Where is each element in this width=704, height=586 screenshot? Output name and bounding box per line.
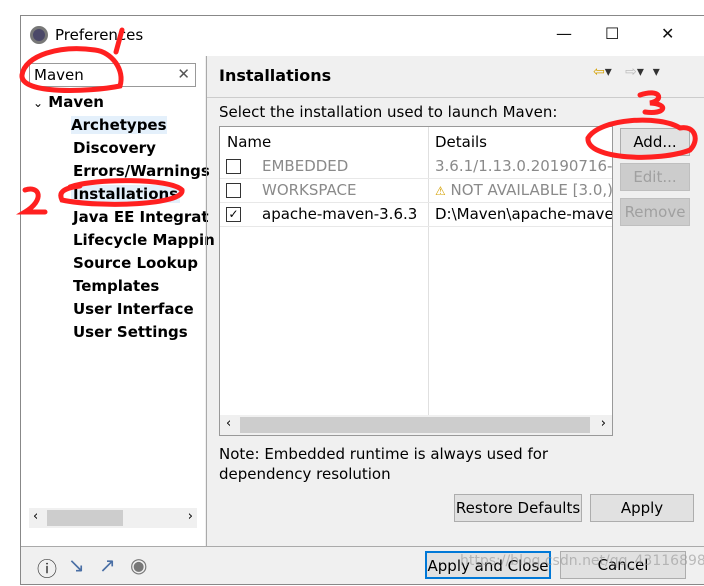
clear-icon[interactable]: ✕ bbox=[177, 65, 190, 83]
tree-item-user-settings[interactable]: User Settings bbox=[73, 323, 188, 341]
filter-value: Maven bbox=[34, 66, 84, 84]
page-header: Installations ⇦▾ ⇨▾ ▾ bbox=[207, 56, 704, 98]
row-details: D:\Maven\apache-maven bbox=[435, 205, 613, 223]
tree-item-templates[interactable]: Templates bbox=[73, 277, 159, 295]
scroll-left-icon[interactable]: ‹ bbox=[33, 509, 38, 524]
eclipse-icon bbox=[30, 26, 48, 44]
apply-button[interactable]: Apply bbox=[590, 494, 694, 522]
title-bar: Preferences — ☐ ✕ bbox=[21, 16, 704, 56]
record-icon[interactable]: ◉ bbox=[130, 553, 147, 577]
export-icon[interactable]: ↗ bbox=[99, 553, 116, 577]
help-icon[interactable]: ⓘ bbox=[37, 553, 57, 582]
tree-node-maven[interactable]: ⌄ Maven bbox=[33, 93, 104, 111]
row-checkbox[interactable] bbox=[226, 183, 241, 198]
column-header-details[interactable]: Details bbox=[435, 133, 487, 151]
scroll-right-icon[interactable]: › bbox=[601, 416, 606, 431]
tree-item-errors-warnings[interactable]: Errors/Warnings bbox=[73, 162, 210, 180]
column-header-name[interactable]: Name bbox=[227, 133, 271, 151]
tree-item-archetypes[interactable]: Archetypes bbox=[71, 116, 167, 134]
warning-icon: ⚠ bbox=[435, 184, 446, 198]
table-row[interactable]: ✓ apache-maven-3.6.3 D:\Maven\apache-mav… bbox=[220, 203, 613, 227]
preferences-dialog: Preferences — ☐ ✕ Maven ✕ ⌄ Maven Archet… bbox=[20, 15, 704, 585]
row-details: NOT AVAILABLE [3.0,) bbox=[450, 181, 613, 199]
tree-item-lifecycle[interactable]: Lifecycle Mappin bbox=[73, 231, 215, 249]
chevron-down-icon[interactable]: ⌄ bbox=[33, 96, 43, 110]
forward-arrow-icon[interactable]: ⇨ bbox=[625, 64, 637, 80]
watermark: https://blog.csdn.net/qq_43116898 bbox=[460, 553, 704, 569]
maximize-button[interactable]: ☐ bbox=[605, 24, 619, 43]
import-icon[interactable]: ↘ bbox=[68, 553, 85, 577]
window-title: Preferences bbox=[55, 26, 144, 44]
back-arrow-icon[interactable]: ⇦ bbox=[593, 64, 605, 80]
row-checkbox-checked[interactable]: ✓ bbox=[226, 207, 241, 222]
restore-defaults-button[interactable]: Restore Defaults bbox=[454, 494, 582, 522]
installations-table: Name Details EMBEDDED 3.6.1/1.13.0.20190… bbox=[219, 126, 613, 436]
installations-page: Installations ⇦▾ ⇨▾ ▾ Select the install… bbox=[206, 56, 704, 546]
remove-button[interactable]: Remove bbox=[620, 198, 690, 226]
tree-horizontal-scrollbar[interactable]: ‹ › bbox=[29, 508, 197, 528]
row-name: EMBEDDED bbox=[262, 157, 349, 175]
scroll-thumb[interactable] bbox=[240, 417, 590, 433]
row-name: apache-maven-3.6.3 bbox=[262, 205, 418, 223]
prompt-label: Select the installation used to launch M… bbox=[219, 103, 558, 121]
preference-tree-panel: Maven ✕ ⌄ Maven Archetypes Discovery Err… bbox=[21, 56, 215, 546]
row-name: WORKSPACE bbox=[262, 181, 357, 199]
tree-item-user-interface[interactable]: User Interface bbox=[73, 300, 194, 318]
tree-item-installations[interactable]: Installations bbox=[71, 185, 181, 203]
note-text: Note: Embedded runtime is always used fo… bbox=[219, 445, 549, 483]
tree-item-java-ee[interactable]: Java EE Integrat bbox=[73, 208, 209, 226]
filter-input[interactable]: Maven ✕ bbox=[29, 63, 196, 87]
tree-item-source-lookup[interactable]: Source Lookup bbox=[73, 254, 198, 272]
row-checkbox[interactable] bbox=[226, 159, 241, 174]
table-horizontal-scrollbar[interactable]: ‹ › bbox=[220, 415, 612, 435]
tree-root-label: Maven bbox=[48, 93, 104, 111]
table-row[interactable]: EMBEDDED 3.6.1/1.13.0.20190716-1 bbox=[220, 155, 613, 179]
edit-button[interactable]: Edit... bbox=[620, 163, 690, 191]
add-button[interactable]: Add... bbox=[620, 128, 690, 156]
table-row[interactable]: WORKSPACE ⚠ NOT AVAILABLE [3.0,) bbox=[220, 179, 613, 203]
scroll-left-icon[interactable]: ‹ bbox=[226, 416, 231, 431]
close-button[interactable]: ✕ bbox=[661, 24, 674, 43]
minimize-button[interactable]: — bbox=[556, 24, 572, 43]
background-window bbox=[0, 0, 20, 582]
page-title: Installations bbox=[219, 66, 332, 85]
row-details: 3.6.1/1.13.0.20190716-1 bbox=[435, 157, 613, 175]
tree-item-discovery[interactable]: Discovery bbox=[73, 139, 156, 157]
menu-dropdown-icon[interactable]: ▾ bbox=[653, 64, 660, 80]
scroll-thumb[interactable] bbox=[47, 510, 123, 526]
page-nav: ⇦▾ ⇨▾ ▾ bbox=[593, 64, 660, 80]
scroll-right-icon[interactable]: › bbox=[188, 509, 193, 524]
